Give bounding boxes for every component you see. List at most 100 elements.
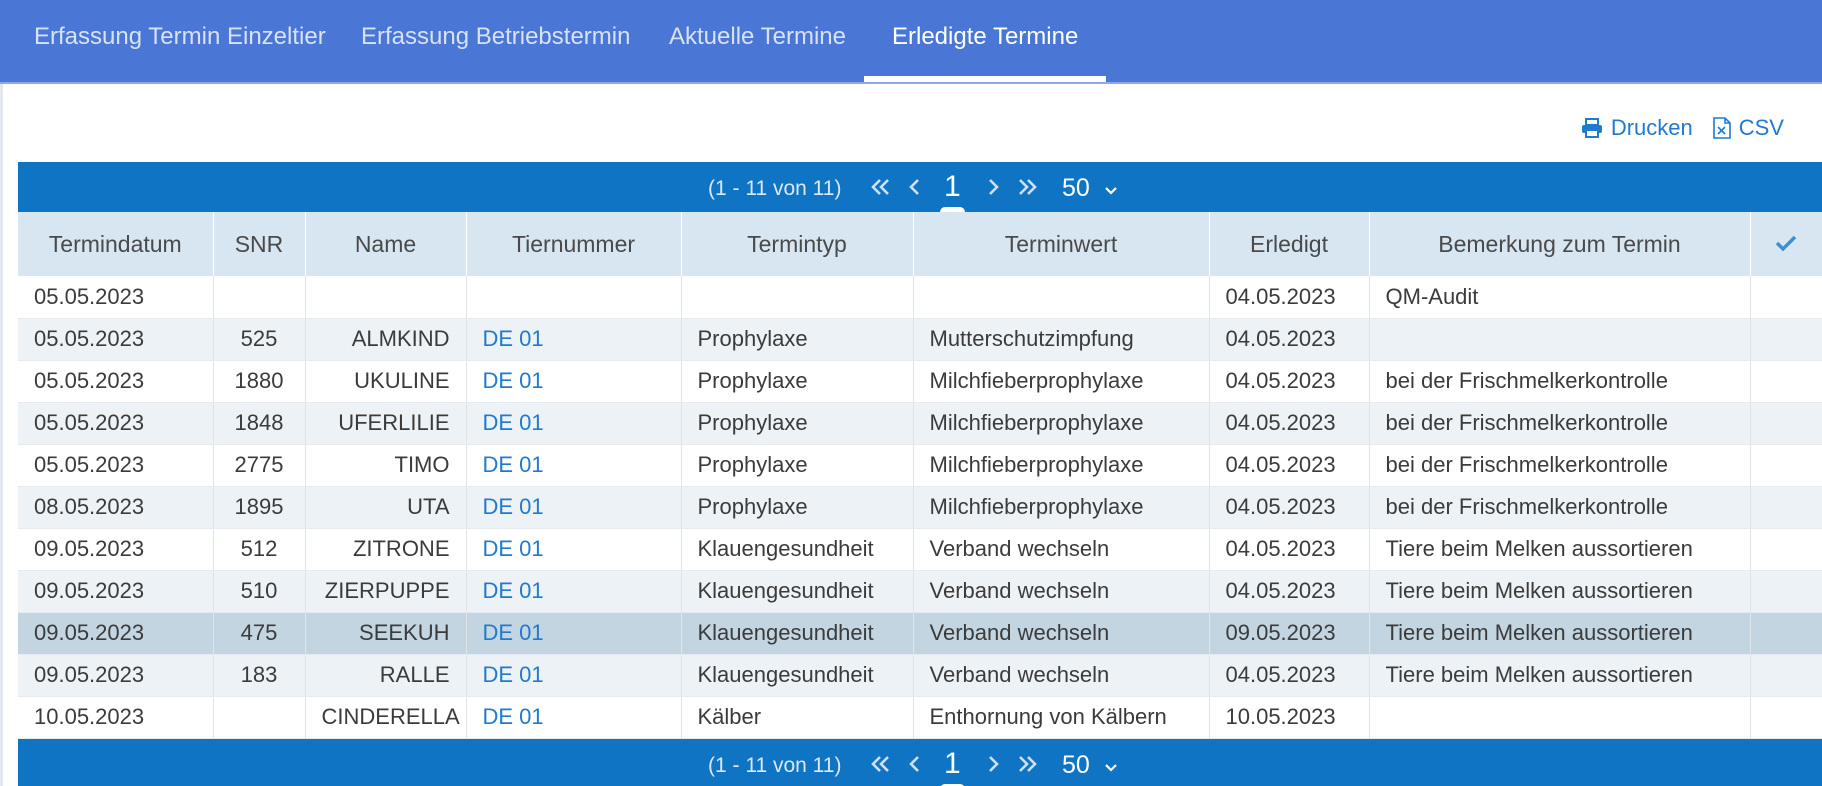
- cell-select[interactable]: [1750, 612, 1822, 655]
- last-page-icon[interactable]: [1016, 739, 1038, 786]
- cell-tiernummer[interactable]: DE 01: [466, 570, 682, 613]
- col-snr[interactable]: SNR: [213, 212, 306, 276]
- table-row[interactable]: 05.05.2023 04.05.2023 QM-Audit: [18, 276, 1822, 319]
- col-termindatum[interactable]: Termindatum: [18, 212, 214, 276]
- cell-termintyp: Prophylaxe: [681, 402, 914, 445]
- first-page-icon[interactable]: [870, 162, 892, 212]
- table-row[interactable]: 09.05.2023 512 ZITRONE DE 01 Klauengesundhei…: [18, 528, 1822, 571]
- pager-info: (1 - 11 von 11): [708, 177, 842, 200]
- tab-aktuelle-termine[interactable]: Aktuelle Termine: [641, 0, 874, 82]
- cell-termindatum: 05.05.2023: [18, 276, 214, 319]
- cell-termindatum: 05.05.2023: [18, 360, 214, 403]
- prev-page-icon[interactable]: [908, 739, 922, 786]
- cell-erledigt: 04.05.2023: [1209, 444, 1370, 487]
- table-row[interactable]: 05.05.2023 1880 UKULINE DE 01 Prophylaxe Milc…: [18, 360, 1822, 403]
- check-icon: [1775, 231, 1797, 257]
- cell-select[interactable]: [1750, 696, 1822, 739]
- chevron-down-icon: [1104, 739, 1118, 786]
- cell-name: ZITRONE: [305, 528, 467, 571]
- cell-select[interactable]: [1750, 444, 1822, 487]
- cell-name: [305, 276, 467, 319]
- col-erledigt[interactable]: Erledigt: [1209, 212, 1370, 276]
- cell-bemerkung: QM-Audit: [1369, 276, 1751, 319]
- cell-terminwert: Milchfieberprophylaxe: [913, 402, 1210, 445]
- cell-select[interactable]: [1750, 402, 1822, 445]
- col-name[interactable]: Name: [305, 212, 467, 276]
- cell-select[interactable]: [1750, 360, 1822, 403]
- cell-select[interactable]: [1750, 276, 1822, 319]
- cell-erledigt: 04.05.2023: [1209, 318, 1370, 361]
- table-row[interactable]: 09.05.2023 475 SEEKUH DE 01 Klauengesundheit…: [18, 612, 1822, 655]
- col-select-all[interactable]: [1750, 212, 1822, 276]
- table-row[interactable]: 10.05.2023 CINDERELLA DE 01 Kälber Enthornun…: [18, 696, 1822, 739]
- cell-bemerkung: bei der Frischmelkerkontrolle: [1369, 360, 1751, 403]
- cell-tiernummer[interactable]: DE 01: [466, 654, 682, 697]
- appointments-table: Termindatum SNR Name Tiernummer Terminty…: [18, 212, 1822, 739]
- cell-select[interactable]: [1750, 528, 1822, 571]
- cell-erledigt: 04.05.2023: [1209, 276, 1370, 319]
- col-terminwert[interactable]: Terminwert: [913, 212, 1210, 276]
- cell-snr: 1848: [213, 402, 306, 445]
- cell-tiernummer[interactable]: DE 01: [466, 444, 682, 487]
- cell-select[interactable]: [1750, 570, 1822, 613]
- first-page-icon[interactable]: [870, 739, 892, 786]
- cell-tiernummer[interactable]: DE 01: [466, 696, 682, 739]
- cell-snr: [213, 276, 306, 319]
- cell-termintyp: Klauengesundheit: [681, 654, 914, 697]
- table-row[interactable]: 09.05.2023 510 ZIERPUPPE DE 01 Klauengesundh…: [18, 570, 1822, 613]
- cell-snr: 1895: [213, 486, 306, 529]
- col-bemerkung[interactable]: Bemerkung zum Termin: [1369, 212, 1751, 276]
- next-page-icon[interactable]: [986, 162, 1000, 212]
- cell-name: ZIERPUPPE: [305, 570, 467, 613]
- cell-snr: 510: [213, 570, 306, 613]
- cell-bemerkung: bei der Frischmelkerkontrolle: [1369, 402, 1751, 445]
- table-row[interactable]: 09.05.2023 183 RALLE DE 01 Klauengesundheit V…: [18, 654, 1822, 697]
- cell-termindatum: 05.05.2023: [18, 444, 214, 487]
- cell-tiernummer[interactable]: DE 01: [466, 612, 682, 655]
- table-row[interactable]: 05.05.2023 1848 UFERLILIE DE 01 Prophylaxe Mi…: [18, 402, 1822, 445]
- cell-bemerkung: [1369, 318, 1751, 361]
- table-row[interactable]: 05.05.2023 525 ALMKIND DE 01 Prophylaxe Mutte…: [18, 318, 1822, 361]
- cell-termindatum: 09.05.2023: [18, 654, 214, 697]
- csv-label: CSV: [1738, 115, 1784, 140]
- cell-snr: [213, 696, 306, 739]
- cell-tiernummer[interactable]: DE 01: [466, 360, 682, 403]
- cell-select[interactable]: [1750, 318, 1822, 361]
- tab-erfassung-betriebstermin[interactable]: Erfassung Betriebstermin: [333, 0, 658, 82]
- cell-termintyp: Klauengesundheit: [681, 612, 914, 655]
- table-row[interactable]: 08.05.2023 1895 UTA DE 01 Prophylaxe Milchfie…: [18, 486, 1822, 529]
- excel-file-icon: [1712, 117, 1731, 139]
- print-button[interactable]: Drucken: [1581, 115, 1693, 141]
- page-border: [0, 84, 3, 786]
- cell-termindatum: 09.05.2023: [18, 612, 214, 655]
- cell-name: CINDERELLA: [305, 696, 467, 739]
- cell-tiernummer[interactable]: DE 01: [466, 318, 682, 361]
- prev-page-icon[interactable]: [908, 162, 922, 212]
- cell-terminwert: Verband wechseln: [913, 570, 1210, 613]
- cell-tiernummer[interactable]: DE 01: [466, 402, 682, 445]
- cell-termindatum: 08.05.2023: [18, 486, 214, 529]
- current-page[interactable]: 1: [940, 162, 965, 212]
- cell-tiernummer[interactable]: DE 01: [466, 486, 682, 529]
- cell-tiernummer[interactable]: DE 01: [466, 528, 682, 571]
- cell-name: ALMKIND: [305, 318, 467, 361]
- cell-select[interactable]: [1750, 486, 1822, 529]
- cell-snr: 525: [213, 318, 306, 361]
- current-page-bottom[interactable]: 1: [940, 739, 965, 786]
- cell-bemerkung: bei der Frischmelkerkontrolle: [1369, 444, 1751, 487]
- page-size-select-bottom[interactable]: 50: [1062, 739, 1118, 786]
- cell-termintyp: Kälber: [681, 696, 914, 739]
- page-size-select[interactable]: 50: [1062, 162, 1118, 214]
- cell-terminwert: Milchfieberprophylaxe: [913, 360, 1210, 403]
- cell-termindatum: 10.05.2023: [18, 696, 214, 739]
- table-row[interactable]: 05.05.2023 2775 TIMO DE 01 Prophylaxe Milchfi…: [18, 444, 1822, 487]
- tab-erledigte-termine[interactable]: Erledigte Termine: [864, 0, 1107, 82]
- printer-icon: [1581, 118, 1603, 138]
- col-tiernummer[interactable]: Tiernummer: [466, 212, 682, 276]
- last-page-icon[interactable]: [1016, 162, 1038, 212]
- cell-select[interactable]: [1750, 654, 1822, 697]
- next-page-icon[interactable]: [986, 739, 1000, 786]
- tab-erfassung-termin-einzeltier[interactable]: Erfassung Termin Einzeltier: [6, 0, 354, 82]
- col-termintyp[interactable]: Termintyp: [681, 212, 914, 276]
- csv-button[interactable]: CSV: [1712, 115, 1784, 141]
